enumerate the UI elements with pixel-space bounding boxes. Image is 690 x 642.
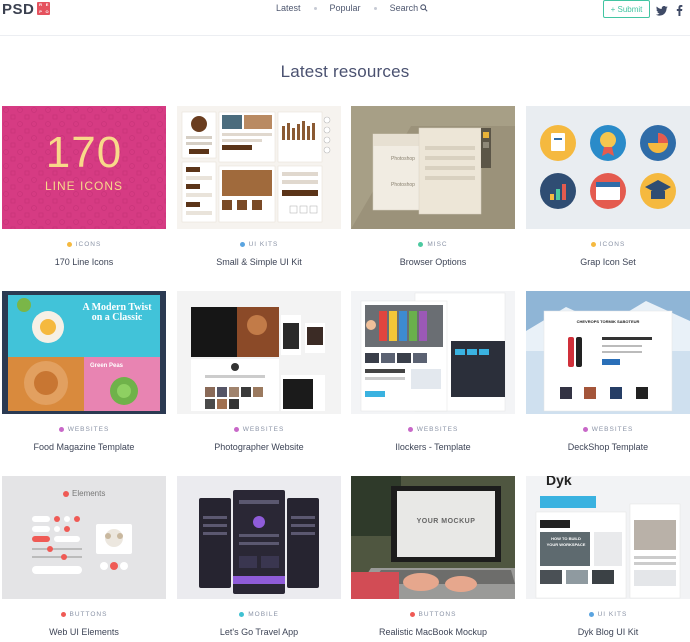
card-title[interactable]: Small & Simple UI Kit	[177, 257, 341, 267]
nav-latest[interactable]: Latest	[276, 3, 301, 13]
card-category[interactable]: WEBSITES	[2, 426, 166, 433]
nav-popular[interactable]: Popular	[330, 3, 361, 13]
card-title[interactable]: Browser Options	[351, 257, 515, 267]
category-dot	[60, 612, 66, 617]
thumb-headline-line: on a Classic	[91, 312, 143, 323]
card-title[interactable]: 170 Line Icons	[2, 257, 166, 267]
category-dot	[582, 427, 588, 432]
thumb-headline-line: YOUR WORKSPACE	[546, 542, 586, 547]
card-thumbnail[interactable]: A Modern Twist on a Classic Green Peas	[2, 291, 166, 414]
category-dot	[590, 242, 596, 247]
card-title[interactable]: Let's Go Travel App	[177, 627, 341, 637]
card-thumbnail[interactable]: CHEVROPS TORMIK SABOTEUR	[526, 291, 690, 414]
thumb-headline: A Modern Twist on a Classic	[72, 303, 162, 323]
card-thumbnail[interactable]	[177, 106, 341, 229]
card-title[interactable]: Web UI Elements	[2, 627, 166, 637]
card-title[interactable]: Realistic MacBook Mockup	[351, 627, 515, 637]
card-category[interactable]: UI KITS	[526, 611, 690, 618]
twitter-icon[interactable]	[655, 3, 668, 21]
site-header: PSD R E P O Latest Popular Search + Subm…	[0, 0, 690, 36]
card-category[interactable]: MOBILE	[177, 611, 341, 618]
card-title[interactable]: Dyk Blog UI Kit	[526, 627, 690, 637]
logo-badge-letter: O	[45, 8, 49, 14]
section-title: Latest resources	[280, 62, 410, 81]
card-category[interactable]: BUTTONS	[351, 611, 515, 618]
card-category[interactable]: BUTTONS	[2, 611, 166, 618]
nav-separator	[313, 6, 317, 10]
category-dot	[418, 242, 424, 247]
category-dot	[239, 242, 245, 247]
thumb-headline: YOUR MOCKUP	[416, 518, 476, 525]
category-dot	[66, 242, 72, 247]
thumb-caption: LINE ICONS	[44, 179, 123, 193]
search-icon[interactable]	[420, 4, 428, 12]
main-nav: Latest Popular Search	[276, 3, 428, 13]
card-thumbnail[interactable]: Elements	[2, 476, 166, 599]
thumb-heading: Elements	[72, 489, 106, 498]
thumb-headline: HOW TO BUILD YOUR WORKSPACE	[542, 536, 590, 548]
card-thumbnail[interactable]: 170 LINE ICONS	[2, 106, 166, 229]
category-label: WEBSITES	[591, 426, 634, 433]
thumb-headline: CHEVROPS TORMIK SABOTEUR	[576, 319, 640, 324]
card-category[interactable]: WEBSITES	[177, 426, 341, 433]
card-title[interactable]: Ilockers - Template	[351, 442, 515, 452]
card-thumbnail[interactable]	[351, 291, 515, 414]
category-label: MISC	[427, 241, 448, 248]
card-title[interactable]: Grap Icon Set	[526, 257, 690, 267]
category-dot	[407, 427, 413, 432]
card-category[interactable]: WEBSITES	[526, 426, 690, 433]
logo-text: PSD	[2, 1, 35, 18]
site-logo[interactable]: PSD R E P O	[2, 1, 51, 18]
nav-search[interactable]: Search	[390, 3, 429, 13]
thumb-number: 170	[45, 128, 123, 177]
card-title[interactable]: DeckShop Template	[526, 442, 690, 452]
card-thumbnail[interactable]	[526, 106, 690, 229]
card-title[interactable]: Food Magazine Template	[2, 442, 166, 452]
submit-button[interactable]: + Submit	[603, 0, 650, 18]
category-dot	[239, 612, 245, 617]
nav-separator	[373, 6, 377, 10]
thumb-label: Photoshop	[391, 156, 415, 162]
category-label: ICONS	[75, 241, 102, 248]
thumb-subhead: Green Peas	[90, 363, 124, 369]
category-dot	[588, 612, 594, 617]
category-label: WEBSITES	[242, 426, 285, 433]
category-label: UI KITS	[597, 611, 628, 618]
card-category[interactable]: ICONS	[526, 241, 690, 248]
card-title[interactable]: Photographer Website	[177, 442, 341, 452]
category-label: WEBSITES	[67, 426, 110, 433]
card-thumbnail[interactable]	[177, 476, 341, 599]
category-label: ICONS	[599, 241, 626, 248]
card-thumbnail[interactable]: YOUR MOCKUP	[351, 476, 515, 599]
card-category[interactable]: MISC	[351, 241, 515, 248]
thumb-logo: Dyk	[546, 476, 572, 488]
category-dot	[409, 612, 415, 617]
card-category[interactable]: WEBSITES	[351, 426, 515, 433]
category-label: UI KITS	[248, 241, 279, 248]
card-category[interactable]: UI KITS	[177, 241, 341, 248]
card-thumbnail[interactable]: Dyk HOW TO BUILD YOUR WORKSPACE	[526, 476, 690, 599]
thumb-label: Photoshop	[391, 182, 415, 188]
category-dot	[58, 427, 64, 432]
category-label: BUTTONS	[69, 611, 108, 618]
category-label: MOBILE	[248, 611, 279, 618]
card-thumbnail[interactable]: Photoshop Photoshop	[351, 106, 515, 229]
logo-badge: R E P O	[37, 2, 51, 15]
facebook-icon[interactable]	[676, 3, 683, 21]
category-label: BUTTONS	[418, 611, 457, 618]
nav-search-label[interactable]: Search	[390, 3, 419, 13]
category-dot	[233, 427, 239, 432]
card-category[interactable]: ICONS	[2, 241, 166, 248]
category-label: WEBSITES	[416, 426, 459, 433]
card-thumbnail[interactable]	[177, 291, 341, 414]
